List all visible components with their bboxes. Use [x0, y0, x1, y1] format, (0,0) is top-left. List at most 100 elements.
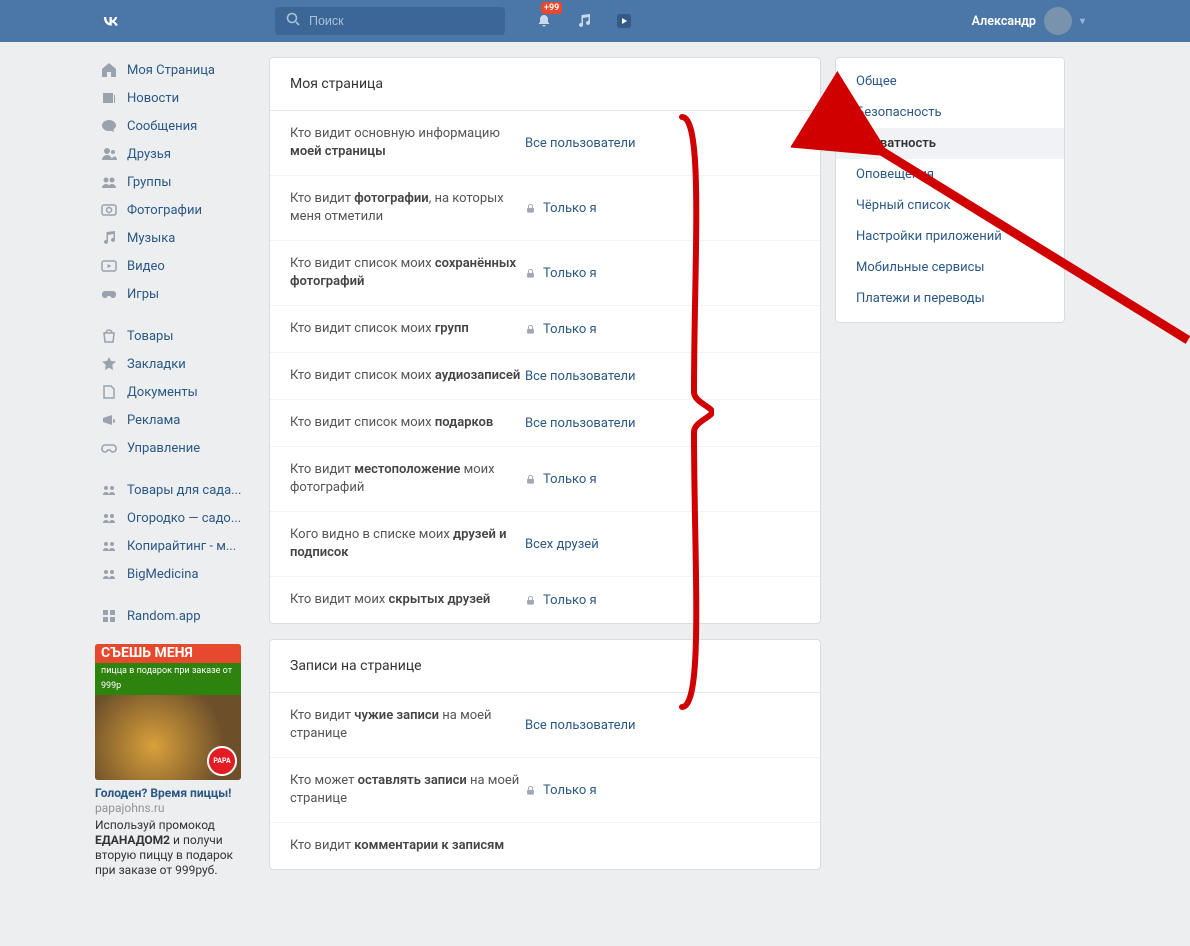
ad-subtext: пицца в подарок при заказе от 999р [95, 663, 241, 695]
settings-tab[interactable]: Приватность [836, 128, 1064, 159]
vk-logo[interactable] [95, 8, 127, 34]
setting-question: Кто видит моих скрытых друзей [290, 591, 525, 609]
setting-row[interactable]: Кто видит список моих группТолько я [270, 306, 820, 353]
music-icon[interactable] [575, 12, 593, 30]
community-icon [101, 510, 127, 526]
nav-item[interactable]: Огородко — садо... [95, 504, 255, 532]
photo-icon [101, 202, 127, 218]
nav-item[interactable]: Управление [95, 434, 255, 462]
setting-value[interactable]: Всех друзей [525, 537, 599, 552]
settings-tab[interactable]: Платежи и переводы [836, 283, 1064, 314]
setting-question: Кто видит фотографии, на которых меня от… [290, 190, 525, 226]
setting-value[interactable]: Все пользователи [525, 136, 636, 151]
nav-item[interactable]: Сообщения [95, 112, 255, 140]
setting-value[interactable]: Только я [525, 472, 597, 487]
lock-icon [525, 324, 537, 335]
group-icon [101, 174, 127, 190]
setting-row[interactable]: Кто видит основную информацию моей стран… [270, 111, 820, 176]
nav-item-label: Товары [127, 329, 173, 344]
setting-row[interactable]: Кто видит фотографии, на которых меня от… [270, 176, 820, 241]
setting-value-text: Только я [543, 266, 597, 281]
nav-item[interactable]: Закладки [95, 350, 255, 378]
nav-item[interactable]: Музыка [95, 224, 255, 252]
nav-item-label: Группы [127, 175, 171, 190]
chevron-down-icon: ▾ [1080, 16, 1085, 27]
nav-item[interactable]: Игры [95, 280, 255, 308]
community-icon [101, 482, 127, 498]
setting-row[interactable]: Кто видит список моих аудиозаписейВсе по… [270, 353, 820, 400]
nav-item[interactable]: Random.app [95, 602, 255, 630]
music-icon [101, 230, 127, 246]
settings-right-nav: ОбщееБезопасностьПриватностьОповещенияЧё… [835, 42, 1065, 878]
nav-item[interactable]: Документы [95, 378, 255, 406]
lock-icon [525, 474, 537, 485]
nav-item-label: Random.app [127, 609, 201, 624]
search-box[interactable] [275, 7, 505, 35]
setting-value[interactable]: Все пользователи [525, 718, 636, 733]
settings-tab[interactable]: Безопасность [836, 97, 1064, 128]
setting-value[interactable]: Только я [525, 201, 597, 216]
avatar [1044, 7, 1072, 35]
setting-value-text: Все пользователи [525, 369, 636, 384]
sidebar-ad[interactable]: СЪЕШЬ МЕНЯ пицца в подарок при заказе от… [95, 644, 241, 878]
lock-icon [525, 785, 537, 796]
nav-item-label: BigMedicina [127, 567, 199, 582]
nav-item[interactable]: BigMedicina [95, 560, 255, 588]
settings-tab[interactable]: Общее [836, 66, 1064, 97]
setting-question: Кто видит комментарии к записям [290, 837, 525, 855]
settings-tab[interactable]: Оповещения [836, 159, 1064, 190]
notifications-bell-icon[interactable]: +99 [535, 12, 553, 30]
setting-value-text: Все пользователи [525, 416, 636, 431]
setting-value[interactable]: Все пользователи [525, 369, 636, 384]
nav-item[interactable]: Реклама [95, 406, 255, 434]
nav-item[interactable]: Фотографии [95, 196, 255, 224]
ad-description: Используй промокод ЕДАНАДОМ2 и получи вт… [95, 818, 241, 878]
setting-value[interactable]: Только я [525, 322, 597, 337]
setting-row[interactable]: Кто видит список моих сохранённых фотогр… [270, 241, 820, 306]
ad-image: СЪЕШЬ МЕНЯ пицца в подарок при заказе от… [95, 644, 241, 780]
setting-row[interactable]: Кто видит местоположение моих фотографий… [270, 447, 820, 512]
nav-item-label: Товары для сада... [127, 483, 241, 498]
username-label: Александр [972, 14, 1036, 29]
nav-item[interactable]: Моя Страница [95, 56, 255, 84]
lock-icon [525, 268, 537, 279]
nav-item[interactable]: Друзья [95, 140, 255, 168]
search-input[interactable] [309, 14, 495, 28]
nav-item-label: Закладки [127, 357, 186, 372]
settings-tab[interactable]: Чёрный список [836, 190, 1064, 221]
setting-row[interactable]: Кто видит список моих подарковВсе пользо… [270, 400, 820, 447]
nav-item[interactable]: Видео [95, 252, 255, 280]
setting-question: Кто видит чужие записи на моей странице [290, 707, 525, 743]
home-icon [101, 62, 127, 78]
setting-value[interactable]: Только я [525, 266, 597, 281]
video-play-icon[interactable] [615, 12, 633, 30]
setting-row[interactable]: Кого видно в списке моих друзей и подпис… [270, 512, 820, 577]
setting-question: Кто видит список моих групп [290, 320, 525, 338]
nav-item-label: Моя Страница [127, 63, 215, 78]
games-icon [101, 286, 127, 302]
ad-title: Голоден? Время пиццы! [95, 786, 241, 801]
setting-value[interactable]: Только я [525, 593, 597, 608]
setting-row[interactable]: Кто может оставлять записи на моей стран… [270, 758, 820, 823]
setting-question: Кто видит список моих подарков [290, 414, 525, 432]
nav-item-label: Музыка [127, 231, 175, 246]
setting-value[interactable]: Только я [525, 783, 597, 798]
search-icon [285, 11, 301, 31]
nav-item[interactable]: Товары для сада... [95, 476, 255, 504]
nav-item[interactable]: Группы [95, 168, 255, 196]
manage-icon [101, 440, 127, 456]
nav-item[interactable]: Новости [95, 84, 255, 112]
lock-icon [525, 203, 537, 214]
bookmark-icon [101, 356, 127, 372]
nav-item[interactable]: Товары [95, 322, 255, 350]
setting-row[interactable]: Кто видит чужие записи на моей страницеВ… [270, 693, 820, 758]
nav-item[interactable]: Копирайтинг - м... [95, 532, 255, 560]
setting-row[interactable]: Кто видит моих скрытых друзейТолько я [270, 577, 820, 623]
settings-tab[interactable]: Настройки приложений [836, 221, 1064, 252]
settings-tab[interactable]: Мобильные сервисы [836, 252, 1064, 283]
setting-question: Кто видит основную информацию моей стран… [290, 125, 525, 161]
user-menu[interactable]: Александр ▾ [972, 7, 1095, 35]
setting-row[interactable]: Кто видит комментарии к записям [270, 823, 820, 869]
setting-value[interactable]: Все пользователи [525, 416, 636, 431]
nav-item-label: Игры [127, 287, 159, 302]
